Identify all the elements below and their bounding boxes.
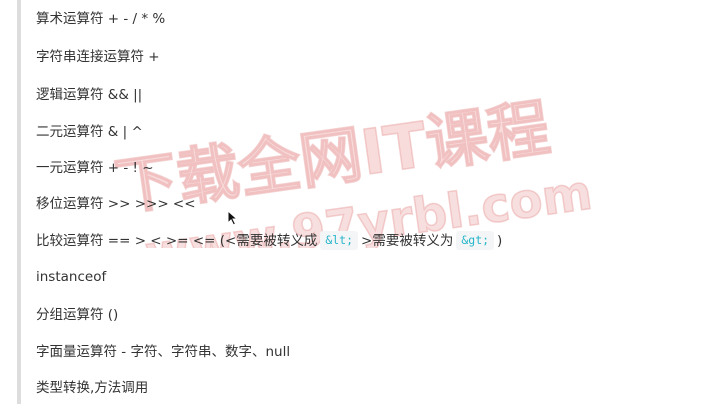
blockquote-border: [17, 0, 21, 404]
list-item-text: instanceof: [36, 269, 107, 285]
list-item-arithmetic: 算术运算符 + - / * %: [36, 7, 165, 31]
list-item-text: 比较运算符 == > < >= <= (<需要被转义成: [36, 233, 318, 249]
list-item-shift: 移位运算符 >> >>> <<: [36, 192, 196, 216]
list-item-text: 算术运算符 + - / * %: [36, 11, 166, 27]
list-item-comparison: 比较运算符 == > < >= <= (<需要被转义成 &lt; >需要被转义为 &g…: [36, 229, 502, 253]
list-item-string-concat: 字符串连接运算符 +: [36, 45, 160, 69]
list-item-text: 分组运算符 (): [36, 307, 119, 323]
list-item-grouping: 分组运算符 (): [36, 303, 118, 327]
list-item-text: 字符串连接运算符 +: [36, 49, 160, 65]
list-item-text: 类型转换,方法调用: [36, 380, 149, 396]
list-item-type-conversion: 类型转换,方法调用: [36, 376, 148, 400]
code-lt: &lt;: [320, 231, 359, 250]
list-item-text: 二元运算符 & | ^: [36, 124, 143, 140]
list-item-text-mid: >需要被转义为: [361, 233, 454, 249]
mouse-cursor-icon: [227, 210, 239, 226]
list-item-unary: 一元运算符 + - ! ~: [36, 156, 154, 180]
watermark: 下载全网IT课程 www.97yrbl.com: [110, 90, 596, 248]
list-item-binary: 二元运算符 & | ^: [36, 120, 143, 144]
list-item-text: 一元运算符 + - ! ~: [36, 160, 154, 176]
list-item-literal: 字面量运算符 - 字符、字符串、数字、null: [36, 340, 290, 364]
list-item-logical: 逻辑运算符 && ||: [36, 83, 142, 107]
list-item-instanceof: instanceof: [36, 265, 106, 289]
list-item-text: 移位运算符 >> >>> <<: [36, 196, 196, 212]
list-item-text-end: ): [497, 233, 503, 249]
code-gt: &gt;: [456, 231, 495, 250]
list-item-text: 逻辑运算符 && ||: [36, 87, 143, 103]
list-item-text: 字面量运算符 - 字符、字符串、数字、null: [36, 344, 291, 360]
